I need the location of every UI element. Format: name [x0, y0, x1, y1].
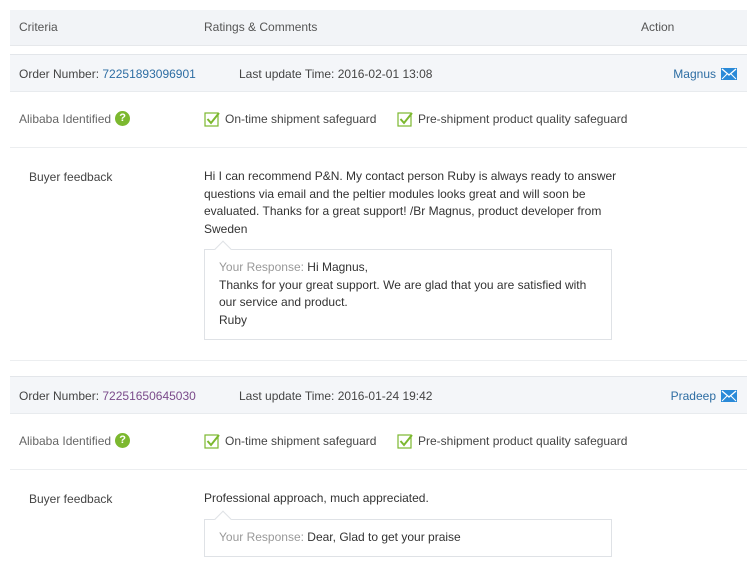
safeguard-quality: Pre-shipment product quality safeguard	[397, 433, 627, 449]
identified-row: Alibaba Identified ? On-time shipment sa…	[10, 92, 747, 148]
checkbox-checked-icon	[204, 433, 220, 449]
divider	[10, 360, 747, 361]
buyer-feedback-text: Professional approach, much appreciated.	[204, 491, 429, 505]
action-header: Action	[641, 20, 675, 34]
ratings-header: Ratings & Comments	[204, 20, 318, 34]
user-name[interactable]: Magnus	[673, 67, 716, 81]
question-icon[interactable]: ?	[115, 433, 131, 448]
table-header: Criteria Ratings & Comments Action	[10, 10, 747, 46]
question-icon[interactable]: ?	[115, 111, 131, 126]
buyer-feedback-text: Hi I can recommend P&N. My contact perso…	[204, 169, 617, 236]
order-number-link[interactable]: 72251650645030	[102, 389, 195, 403]
last-update: Last update Time: 2016-01-24 19:42	[239, 389, 433, 403]
criteria-header: Criteria	[19, 20, 58, 34]
order-number-link[interactable]: 72251893096901	[102, 67, 195, 81]
order-number-label: Order Number: 72251650645030	[19, 389, 196, 403]
update-time: 2016-01-24 19:42	[337, 389, 433, 403]
checkbox-checked-icon	[397, 111, 413, 127]
update-time: 2016-02-01 13:08	[337, 67, 433, 81]
order-number-label: Order Number: 72251893096901	[19, 67, 196, 81]
response-label: Your Response:	[219, 530, 304, 544]
seller-response-box: Your Response: Hi Magnus, Thanks for you…	[204, 240, 612, 340]
safeguard-quality: Pre-shipment product quality safeguard	[397, 111, 627, 127]
identified-row: Alibaba Identified ? On-time shipment sa…	[10, 414, 747, 470]
order-bar: Order Number: 72251650645030 Last update…	[10, 376, 747, 414]
response-label: Your Response:	[219, 260, 304, 274]
order-bar: Order Number: 72251893096901 Last update…	[10, 54, 747, 92]
last-update: Last update Time: 2016-02-01 13:08	[239, 67, 433, 81]
user-name[interactable]: Pradeep	[671, 389, 716, 403]
safeguard-ontime: On-time shipment safeguard	[204, 111, 376, 127]
checkbox-checked-icon	[204, 111, 220, 127]
contact-user-link[interactable]: Pradeep	[671, 389, 737, 403]
buyer-feedback-label: Buyer feedback	[29, 170, 113, 184]
alibaba-identified: Alibaba Identified ?	[19, 111, 131, 126]
contact-user-link[interactable]: Magnus	[673, 67, 737, 81]
mail-icon[interactable]	[721, 68, 737, 80]
checkbox-checked-icon	[397, 433, 413, 449]
seller-response-box: Your Response: Dear, Glad to get your pr…	[204, 510, 612, 557]
safeguard-ontime: On-time shipment safeguard	[204, 433, 376, 449]
alibaba-identified: Alibaba Identified ?	[19, 433, 131, 448]
mail-icon[interactable]	[721, 390, 737, 402]
buyer-feedback-label: Buyer feedback	[29, 492, 113, 506]
